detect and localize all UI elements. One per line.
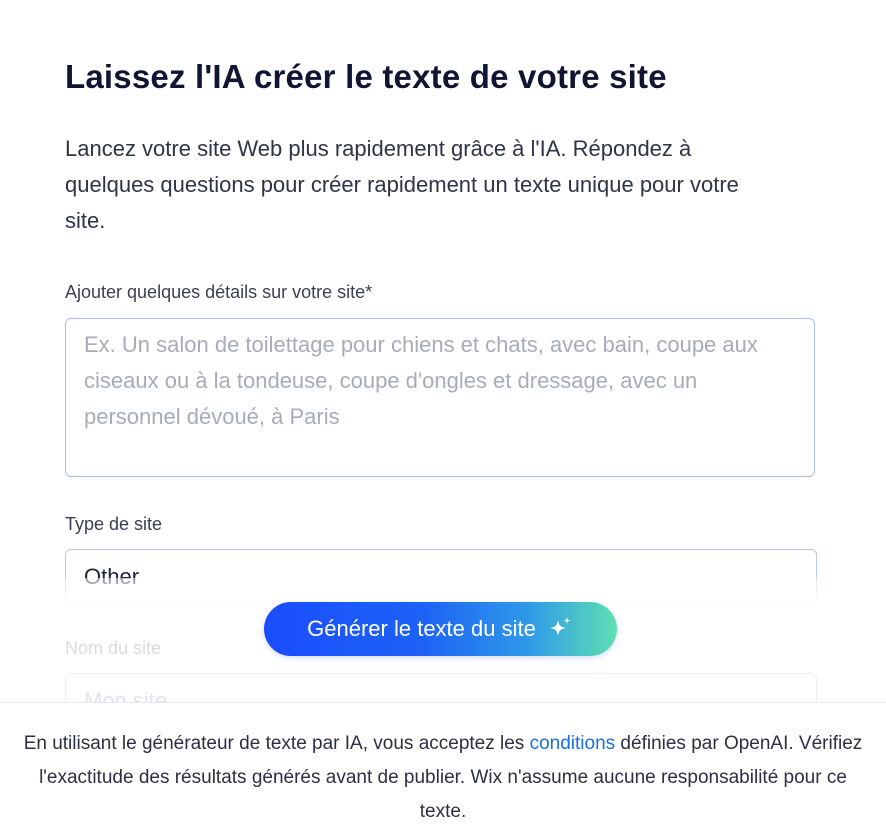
page-title: Laissez l'IA créer le texte de votre sit… — [65, 58, 667, 95]
terms-notice: En utilisant le générateur de texte par … — [20, 727, 866, 829]
terms-text-before: En utilisant le générateur de texte par … — [23, 733, 530, 754]
generate-button-label: Générer le texte du site — [307, 616, 536, 641]
details-textarea[interactable] — [84, 327, 796, 467]
sparkle-icon — [549, 617, 571, 636]
details-label: Ajouter quelques détails sur votre site* — [65, 282, 373, 302]
generate-site-text-button[interactable]: Générer le texte du site — [264, 602, 617, 656]
conditions-link[interactable]: conditions — [530, 733, 616, 754]
site-name-label: Nom du site — [65, 638, 162, 658]
terms-footer: En utilisant le générateur de texte par … — [0, 702, 886, 835]
ai-text-generator-panel: Laissez l'IA créer le texte de votre sit… — [0, 0, 886, 835]
site-type-label: Type de site — [65, 514, 163, 534]
page-subtitle: Lancez votre site Web plus rapidement gr… — [65, 136, 739, 233]
details-field-container — [65, 318, 815, 477]
